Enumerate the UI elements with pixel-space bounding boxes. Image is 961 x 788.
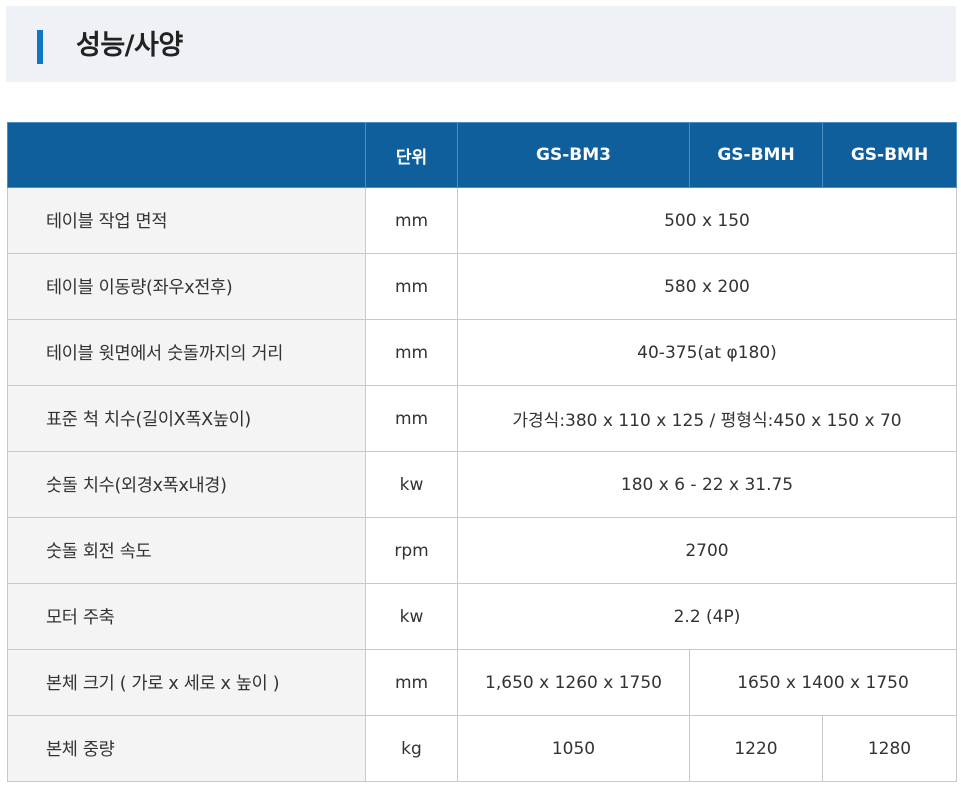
row-value: 580 x 200	[457, 253, 957, 320]
row-label: 테이블 이동량(좌우x전후)	[7, 253, 366, 320]
row-unit: rpm	[365, 517, 458, 584]
row-value: 가경식:380 x 110 x 125 / 평형식:450 x 150 x 70	[457, 385, 957, 452]
row-unit: mm	[365, 649, 458, 716]
row-label: 본체 크기 ( 가로 x 세로 x 높이 )	[7, 649, 366, 716]
row-value-model-2-3: 1650 x 1400 x 1750	[689, 649, 957, 716]
spec-table: 단위 GS-BM3 GS-BMH GS-BMH 테이블 작업 면적 mm 500…	[7, 122, 957, 782]
row-unit: mm	[365, 319, 458, 386]
table-row: 숫돌 회전 속도 rpm 2700	[7, 517, 957, 584]
table-row: 모터 주축 kw 2.2 (4P)	[7, 583, 957, 650]
table-row: 테이블 이동량(좌우x전후) mm 580 x 200	[7, 253, 957, 320]
title-accent-bar	[37, 30, 43, 64]
row-value-model-1: 1050	[457, 715, 690, 782]
table-row: 본체 중량 kg 1050 1220 1280	[7, 715, 957, 782]
row-value: 180 x 6 - 22 x 31.75	[457, 451, 957, 518]
row-value: 2.2 (4P)	[457, 583, 957, 650]
row-value-model-1: 1,650 x 1260 x 1750	[457, 649, 690, 716]
header-model-3: GS-BMH	[822, 122, 957, 188]
row-unit: mm	[365, 385, 458, 452]
table-row: 테이블 윗면에서 숫돌까지의 거리 mm 40-375(at φ180)	[7, 319, 957, 386]
table-row: 본체 크기 ( 가로 x 세로 x 높이 ) mm 1,650 x 1260 x…	[7, 649, 957, 716]
row-unit: mm	[365, 187, 458, 254]
row-value: 500 x 150	[457, 187, 957, 254]
row-label: 테이블 작업 면적	[7, 187, 366, 254]
table-header-row: 단위 GS-BM3 GS-BMH GS-BMH	[7, 122, 957, 188]
row-label: 표준 척 치수(길이X폭X높이)	[7, 385, 366, 452]
row-unit: kw	[365, 583, 458, 650]
table-row: 테이블 작업 면적 mm 500 x 150	[7, 187, 957, 254]
row-value: 2700	[457, 517, 957, 584]
section-header: 성능/사양	[6, 6, 956, 82]
row-value: 40-375(at φ180)	[457, 319, 957, 386]
row-label: 테이블 윗면에서 숫돌까지의 거리	[7, 319, 366, 386]
table-row: 숫돌 치수(외경x폭x내경) kw 180 x 6 - 22 x 31.75	[7, 451, 957, 518]
header-label	[7, 122, 366, 188]
row-value-model-3: 1280	[822, 715, 957, 782]
row-label: 본체 중량	[7, 715, 366, 782]
row-unit: mm	[365, 253, 458, 320]
page-title: 성능/사양	[76, 30, 183, 61]
row-label: 모터 주축	[7, 583, 366, 650]
header-unit: 단위	[365, 122, 458, 188]
row-label: 숫돌 회전 속도	[7, 517, 366, 584]
row-unit: kw	[365, 451, 458, 518]
row-label: 숫돌 치수(외경x폭x내경)	[7, 451, 366, 518]
row-value-model-2: 1220	[689, 715, 823, 782]
header-model-1: GS-BM3	[457, 122, 690, 188]
table-row: 표준 척 치수(길이X폭X높이) mm 가경식:380 x 110 x 125 …	[7, 385, 957, 452]
header-model-2: GS-BMH	[689, 122, 823, 188]
row-unit: kg	[365, 715, 458, 782]
